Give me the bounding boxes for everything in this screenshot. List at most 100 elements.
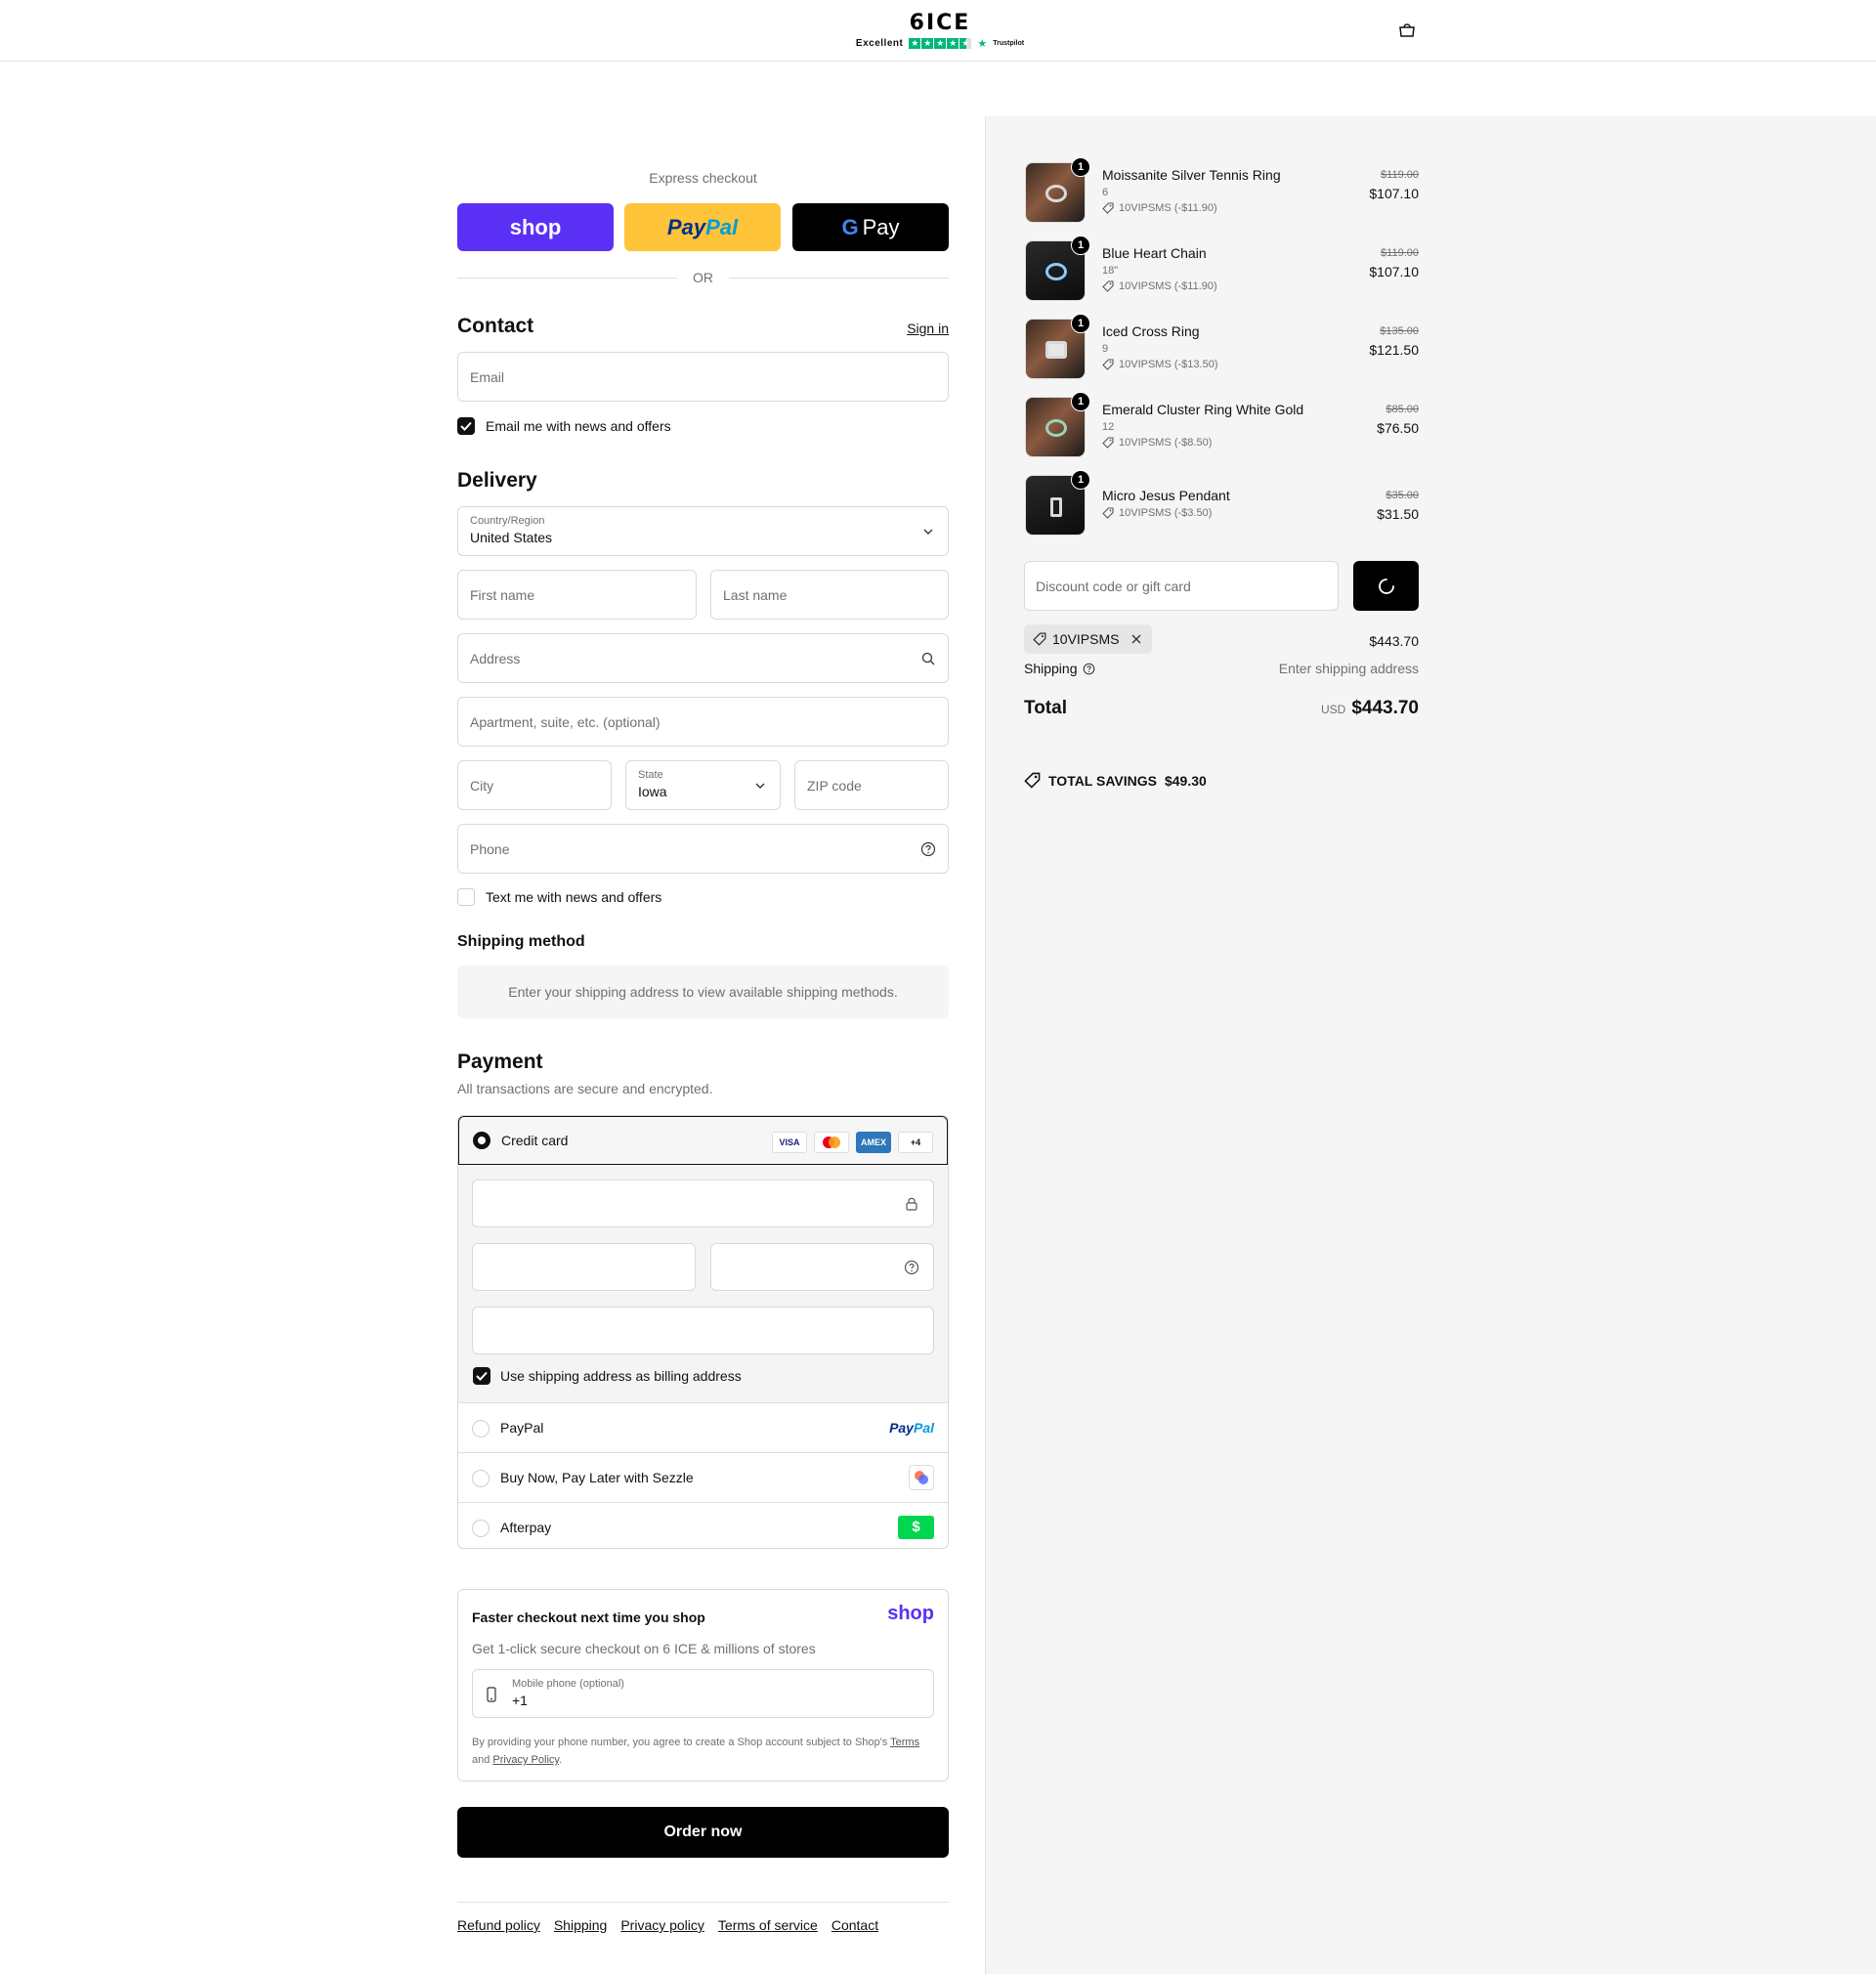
sezzle-radio[interactable] [472,1470,490,1487]
phone-placeholder: Phone [470,840,510,857]
quantity-badge: 1 [1071,314,1090,333]
phone-field[interactable]: Phone [457,824,949,874]
country-select[interactable]: Country/Region United States [457,506,949,556]
shop-brand-logo: shop [887,1603,934,1624]
discount-code-placeholder: Discount code or gift card [1036,578,1191,594]
shop-privacy-link[interactable]: Privacy Policy [492,1754,559,1766]
help-icon[interactable] [1083,663,1095,675]
sale-price: $121.50 [1369,342,1419,358]
shop-pay-button[interactable]: shop [457,203,614,251]
divider-line [729,277,949,279]
quantity-badge: 1 [1071,236,1090,255]
shop-terms-link[interactable]: Terms [890,1737,919,1748]
product-image: 1 [1025,157,1090,223]
apply-discount-button[interactable] [1353,561,1419,611]
amex-icon: AMEX [856,1132,891,1153]
cart-item: 1 Micro Jesus Pendant 10VIPSMS (-$3.50) … [1025,470,1419,537]
state-select[interactable]: State Iowa [625,760,781,810]
original-price: $119.00 [1381,247,1419,259]
brand-logo[interactable]: 6ICE Excellent ★ ★ ★ ★ ★ ★ Trustpilot [832,11,1047,51]
search-icon [921,652,935,665]
email-optin-checkbox[interactable] [457,417,475,435]
address-field[interactable]: Address [457,633,949,683]
trustpilot-label: Trustpilot [993,40,1025,47]
discount-code-input[interactable]: Discount code or gift card [1024,561,1339,611]
sign-in-link[interactable]: Sign in [907,321,949,336]
tag-icon [1102,359,1114,370]
mobile-phone-field[interactable]: Mobile phone (optional) +1 [472,1669,934,1718]
cart-item: 1 Iced Cross Ring 9 10VIPSMS (-$13.50) $… [1025,314,1419,381]
mobile-phone-icon [487,1687,496,1702]
text-optin-checkbox[interactable] [457,888,475,906]
email-field[interactable]: Email [457,352,949,402]
security-code-field[interactable] [710,1243,934,1291]
logo-wordmark: 6ICE [909,11,971,35]
afterpay-option[interactable]: Afterpay $ [458,1503,948,1548]
credit-card-option[interactable]: Credit card VISA AMEX +4 [458,1116,948,1165]
paypal-option[interactable]: PayPal PayPal [458,1403,948,1453]
paypal-radio[interactable] [472,1420,490,1438]
expiration-date-field[interactable] [472,1243,696,1291]
tag-icon [1102,437,1114,449]
apartment-field[interactable]: Apartment, suite, etc. (optional) [457,697,949,747]
help-icon[interactable] [920,841,936,857]
zip-field[interactable]: ZIP code [794,760,949,810]
mobile-phone-label: Mobile phone (optional) [512,1678,624,1690]
city-field[interactable]: City [457,760,612,810]
shipping-row: Shipping [1024,661,1095,676]
visa-icon: VISA [772,1132,807,1153]
paypal-label: PayPal [500,1420,544,1436]
afterpay-logo-icon: $ [898,1516,934,1539]
paypal-pay-text: Pay [666,214,706,239]
first-name-placeholder: First name [470,586,535,603]
order-now-button[interactable]: Order now [457,1807,949,1858]
quantity-badge: 1 [1071,157,1090,177]
tag-icon [1102,507,1114,519]
terms-of-service-link[interactable]: Terms of service [718,1917,818,1933]
google-pay-label: Pay [862,214,900,239]
shop-pay-title: Faster checkout next time you shop [472,1609,705,1625]
sezzle-option[interactable]: Buy Now, Pay Later with Sezzle [458,1453,948,1503]
paypal-button[interactable]: Pay Pal [624,203,781,251]
billing-same-label: Use shipping address as billing address [500,1368,742,1384]
contact-link[interactable]: Contact [831,1917,878,1933]
check-icon [460,421,472,431]
last-name-field[interactable]: Last name [710,570,949,620]
billing-same-checkbox[interactable] [473,1367,490,1385]
card-number-field[interactable] [472,1180,934,1227]
first-name-field[interactable]: First name [457,570,697,620]
star-icon: ★ [921,38,934,49]
express-checkout-label: Express checkout [649,170,757,186]
product-image: 1 [1025,236,1090,301]
product-name: Iced Cross Ring [1102,323,1200,339]
chevron-down-icon [755,783,765,789]
state-label: State [638,769,663,781]
credit-card-radio[interactable] [473,1132,490,1149]
email-placeholder: Email [470,368,505,385]
applied-discount-chip: 10VIPSMS [1024,624,1152,654]
star-icon: ★ [959,38,972,49]
afterpay-label: Afterpay [500,1520,552,1535]
shipping-method-note: Enter your shipping address to view avai… [457,966,949,1018]
trustpilot-star-icon: ★ [977,38,988,50]
name-on-card-field[interactable] [472,1307,934,1354]
quantity-badge: 1 [1071,392,1090,411]
bag-icon[interactable] [1397,21,1417,39]
product-name: Micro Jesus Pendant [1102,488,1230,503]
last-name-placeholder: Last name [723,586,788,603]
close-icon[interactable] [1130,633,1142,645]
privacy-policy-link[interactable]: Privacy policy [620,1917,704,1933]
google-pay-button[interactable]: G Pay [792,203,949,251]
help-icon[interactable] [904,1260,919,1275]
discount-text: 10VIPSMS (-$13.50) [1119,359,1218,370]
currency-code: USD [1320,703,1346,716]
star-icon: ★ [934,38,947,49]
afterpay-radio[interactable] [472,1520,490,1537]
discount-text: 10VIPSMS (-$11.90) [1119,202,1217,214]
shop-legal-text: By providing your phone number, you agre… [472,1734,931,1769]
shop-legal-prefix: By providing your phone number, you agre… [472,1737,888,1748]
refund-policy-link[interactable]: Refund policy [457,1917,540,1933]
subtotal-value: $443.70 [1369,633,1419,649]
shipping-policy-link[interactable]: Shipping [554,1917,608,1933]
cart-item: 1 Moissanite Silver Tennis Ring 6 10VIPS… [1025,157,1419,225]
